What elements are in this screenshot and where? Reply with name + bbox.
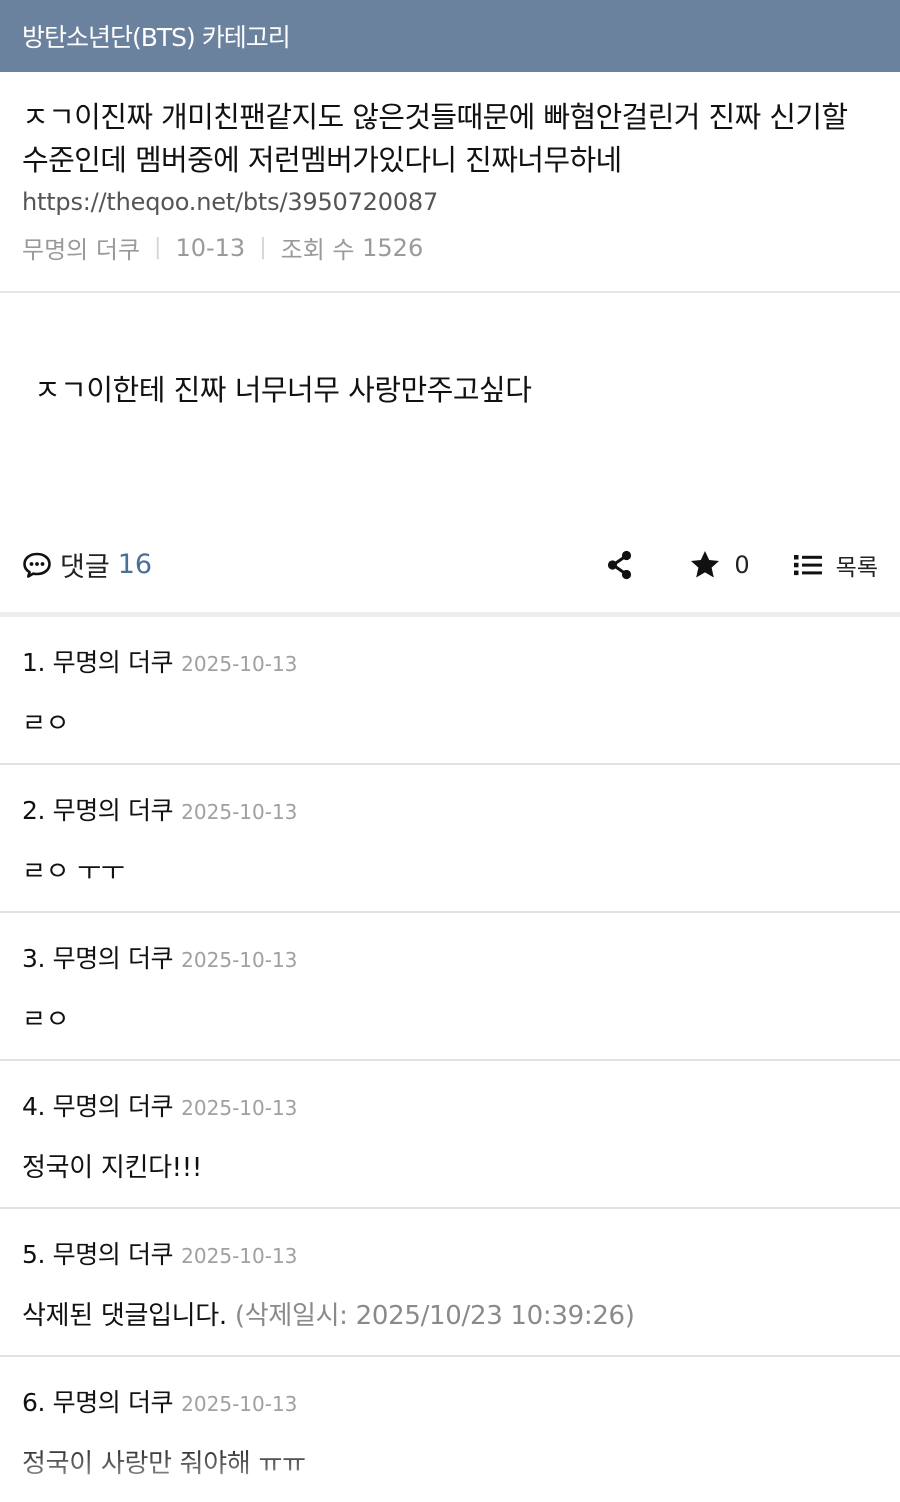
comment-head: 2. 무명의 더쿠 2025-10-13 bbox=[22, 791, 878, 827]
comment-bubble-icon bbox=[23, 552, 51, 578]
comment-head: 3. 무명의 더쿠 2025-10-13 bbox=[22, 939, 878, 975]
post-date: 10-13 bbox=[175, 233, 246, 262]
comment-author: 무명의 더쿠 bbox=[52, 1388, 174, 1417]
comment-author: 무명의 더쿠 bbox=[52, 1240, 174, 1269]
comment-item: 4. 무명의 더쿠 2025-10-13 정국이 지킨다!!! bbox=[0, 1061, 900, 1209]
star-count: 0 bbox=[734, 550, 750, 579]
comment-date: 2025-10-13 bbox=[181, 948, 298, 972]
comment-count: 16 bbox=[117, 549, 153, 580]
list-button[interactable]: 목록 bbox=[793, 548, 878, 582]
list-label: 목록 bbox=[835, 554, 878, 581]
comment-author: 무명의 더쿠 bbox=[52, 944, 174, 973]
comment-date: 2025-10-13 bbox=[181, 1392, 298, 1416]
views-count: 1526 bbox=[362, 233, 424, 262]
comment-date: 2025-10-13 bbox=[181, 652, 298, 676]
comment-head: 1. 무명의 더쿠 2025-10-13 bbox=[22, 643, 878, 679]
list-icon bbox=[793, 554, 822, 575]
meta-divider: | bbox=[154, 235, 162, 260]
deleted-message: 삭제된 댓글입니다. bbox=[22, 1301, 227, 1331]
category-title[interactable]: 방탄소년단(BTS) 카테고리 bbox=[22, 18, 291, 54]
comment-text: ㄹㅇ bbox=[22, 709, 70, 739]
star-button[interactable]: 0 bbox=[690, 550, 750, 579]
comment-index: 5. bbox=[22, 1240, 46, 1269]
post-author: 무명의 더쿠 bbox=[22, 236, 141, 264]
post-url[interactable]: https://theqoo.net/bts/3950720087 bbox=[22, 188, 878, 216]
meta-divider: | bbox=[259, 235, 267, 260]
comment-author: 무명의 더쿠 bbox=[52, 648, 174, 677]
comment-date: 2025-10-13 bbox=[181, 1096, 298, 1120]
comment-author: 무명의 더쿠 bbox=[52, 796, 174, 825]
comment-text: ㄹㅇ bbox=[22, 1005, 70, 1035]
deleted-timestamp: (삭제일시: 2025/10/23 10:39:26) bbox=[234, 1301, 635, 1331]
post-header: ㅈㄱ이진짜 개미친팬같지도 않은것들때문에 빠혐안걸린거 진짜 신기할 수준인데… bbox=[0, 72, 900, 293]
comment-text: ㄹㅇ ㅜㅜ bbox=[22, 857, 125, 887]
comment-head: 5. 무명의 더쿠 2025-10-13 bbox=[22, 1235, 878, 1271]
comment-item: 6. 무명의 더쿠 2025-10-13 정국이 사랑만 줘야해 ㅠㅠ bbox=[0, 1357, 900, 1502]
comment-head: 4. 무명의 더쿠 2025-10-13 bbox=[22, 1087, 878, 1123]
comment-index: 6. bbox=[22, 1388, 46, 1417]
share-icon bbox=[608, 550, 632, 579]
post-title: ㅈㄱ이진짜 개미친팬같지도 않은것들때문에 빠혐안걸린거 진짜 신기할 수준인데… bbox=[22, 100, 848, 177]
comment-text-deleted: 삭제된 댓글입니다. (삭제일시: 2025/10/23 10:39:26) bbox=[22, 1295, 878, 1332]
comment-index: 4. bbox=[22, 1092, 46, 1121]
comment-count-button[interactable]: 댓글 16 bbox=[22, 545, 152, 584]
comment-item: 1. 무명의 더쿠 2025-10-13 ㄹㅇ bbox=[0, 617, 900, 765]
category-header[interactable]: 방탄소년단(BTS) 카테고리 bbox=[0, 0, 900, 72]
comment-item: 3. 무명의 더쿠 2025-10-13 ㄹㅇ bbox=[0, 913, 900, 1061]
comment-text: 정국이 지킨다!!! bbox=[22, 1153, 203, 1183]
comment-item: 5. 무명의 더쿠 2025-10-13 삭제된 댓글입니다. (삭제일시: 2… bbox=[0, 1209, 900, 1357]
comment-text: 정국이 사랑만 줘야해 ㅠㅠ bbox=[22, 1449, 306, 1479]
comment-item: 2. 무명의 더쿠 2025-10-13 ㄹㅇ ㅜㅜ bbox=[0, 765, 900, 913]
action-bar: 댓글 16 0 목록 bbox=[0, 517, 900, 617]
share-button[interactable] bbox=[606, 550, 634, 580]
post-body: ㅈㄱ이한테 진짜 너무너무 사랑만주고싶다 bbox=[0, 293, 900, 517]
star-icon bbox=[691, 551, 720, 578]
views-label: 조회 수 bbox=[280, 236, 355, 264]
comment-author: 무명의 더쿠 bbox=[52, 1092, 174, 1121]
comment-index: 1. bbox=[22, 648, 46, 677]
comment-head: 6. 무명의 더쿠 2025-10-13 bbox=[22, 1383, 878, 1419]
comment-index: 2. bbox=[22, 796, 46, 825]
post-meta: 무명의 더쿠 | 10-13 | 조회 수 1526 bbox=[22, 230, 878, 265]
comment-list: 1. 무명의 더쿠 2025-10-13 ㄹㅇ 2. 무명의 더쿠 2025-1… bbox=[0, 617, 900, 1502]
post-body-text: ㅈㄱ이한테 진짜 너무너무 사랑만주고싶다 bbox=[34, 373, 532, 407]
comment-date: 2025-10-13 bbox=[181, 1244, 298, 1268]
comment-index: 3. bbox=[22, 944, 46, 973]
comment-label: 댓글 bbox=[60, 552, 110, 583]
comment-date: 2025-10-13 bbox=[181, 800, 298, 824]
